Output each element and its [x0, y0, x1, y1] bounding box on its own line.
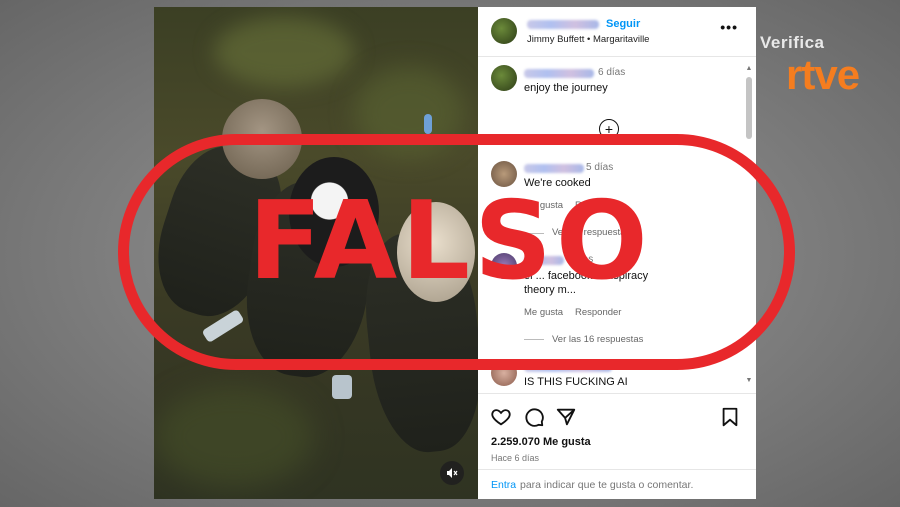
- like-count[interactable]: 2.259.070 Me gusta: [491, 436, 591, 448]
- post-date: Hace 6 días: [491, 453, 540, 463]
- author-name-blurred[interactable]: [527, 20, 599, 29]
- mute-button[interactable]: [440, 461, 464, 485]
- falso-stamp-text: FALSO: [248, 179, 652, 304]
- comment-time: 6 días: [598, 67, 626, 78]
- login-hint: para indicar que te gusta o comentar.: [520, 479, 694, 491]
- comment-text: enjoy the journey: [524, 82, 608, 94]
- comment-username-blurred[interactable]: [524, 69, 594, 78]
- share-icon[interactable]: [555, 406, 577, 428]
- scroll-up-icon[interactable]: ▲: [745, 65, 753, 72]
- brand-verifica: Verifica: [760, 33, 825, 52]
- song-link[interactable]: Jimmy Buffett • Margaritaville: [527, 34, 649, 45]
- comment-icon[interactable]: [523, 406, 545, 428]
- comment-avatar[interactable]: [491, 65, 517, 91]
- login-link[interactable]: Entra: [491, 479, 516, 491]
- scroll-down-icon[interactable]: ▼: [745, 377, 753, 384]
- post-actions: 2.259.070 Me gusta Hace 6 días: [478, 393, 756, 467]
- post-header: Seguir Jimmy Buffett • Margaritaville ••…: [478, 7, 756, 57]
- comment-text: IS THIS FUCKING AI: [524, 376, 628, 388]
- muted-speaker-icon: [447, 468, 458, 478]
- can: [424, 114, 432, 134]
- more-options-button[interactable]: •••: [720, 19, 738, 35]
- heart-icon[interactable]: [490, 406, 512, 428]
- can: [332, 375, 352, 399]
- follow-button[interactable]: Seguir: [606, 18, 640, 30]
- pond-duckweed: [154, 387, 314, 487]
- author-avatar[interactable]: [491, 18, 517, 44]
- pond-duckweed: [214, 17, 354, 87]
- scroll-thumb[interactable]: [746, 77, 752, 139]
- bookmark-icon[interactable]: [719, 406, 741, 428]
- comment-prompt: Entra para indicar que te gusta o coment…: [478, 469, 756, 499]
- brand-rtve: rtve: [786, 51, 860, 98]
